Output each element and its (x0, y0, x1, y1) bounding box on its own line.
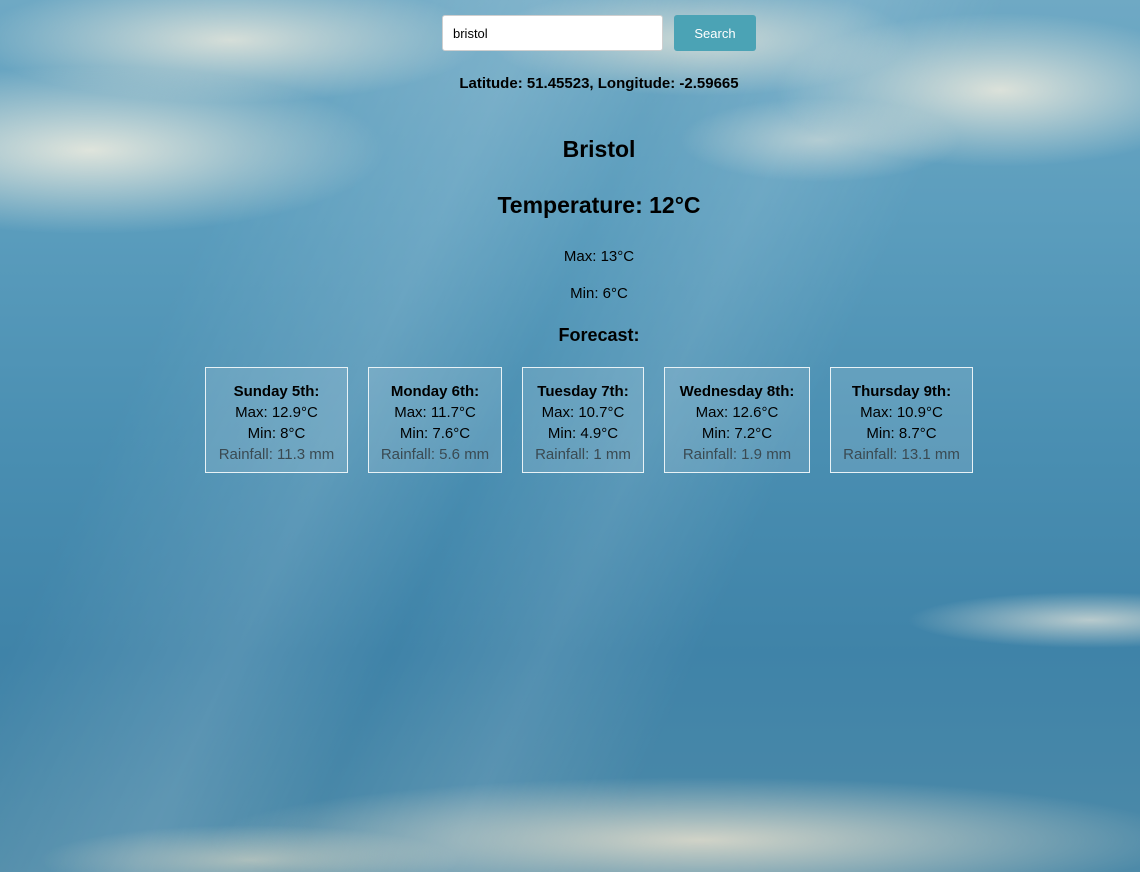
forecast-max: Max: 10.9°C (860, 404, 943, 421)
forecast-min: Min: 8°C (247, 425, 306, 442)
forecast-max: Max: 11.7°C (394, 404, 476, 421)
forecast-day: Sunday 5th: (233, 383, 320, 400)
current-temperature: Temperature: 12°C (497, 192, 701, 218)
forecast-max: Max: 12.6°C (695, 404, 779, 421)
current-max-temp: Max: 13°C (563, 248, 635, 265)
current-min-temp: Min: 6°C (570, 285, 628, 302)
forecast-min: Min: 7.6°C (399, 425, 471, 442)
forecast-day: Thursday 9th: (851, 383, 952, 400)
forecast-rainfall: Rainfall: 1.9 mm (682, 446, 792, 463)
forecast-card: Sunday 5th: Max: 12.9°C Min: 8°C Rainfal… (205, 367, 348, 473)
forecast-card: Monday 6th: Max: 11.7°C Min: 7.6°C Rainf… (368, 367, 502, 473)
forecast-heading: Forecast: (558, 325, 640, 345)
coordinates-text: Latitude: 51.45523, Longitude: -2.59665 (459, 75, 739, 92)
forecast-max: Max: 12.9°C (235, 404, 318, 421)
forecast-min: Min: 7.2°C (701, 425, 773, 442)
forecast-card: Thursday 9th: Max: 10.9°C Min: 8.7°C Rai… (830, 367, 973, 473)
search-bar: Search (442, 15, 756, 51)
forecast-card: Wednesday 8th: Max: 12.6°C Min: 7.2°C Ra… (664, 367, 810, 473)
forecast-rainfall: Rainfall: 5.6 mm (380, 446, 490, 463)
forecast-min: Min: 8.7°C (866, 425, 937, 442)
forecast-max: Max: 10.7°C (541, 404, 625, 421)
forecast-rainfall: Rainfall: 1 mm (535, 446, 631, 463)
city-search-input[interactable] (442, 15, 663, 51)
forecast-card: Tuesday 7th: Max: 10.7°C Min: 4.9°C Rain… (522, 367, 644, 473)
forecast-day: Tuesday 7th: (537, 383, 629, 400)
forecast-rainfall: Rainfall: 13.1 mm (843, 446, 960, 463)
city-name: Bristol (562, 136, 636, 162)
forecast-min: Min: 4.9°C (547, 425, 619, 442)
search-button[interactable]: Search (674, 15, 756, 51)
forecast-day: Wednesday 8th: (679, 383, 795, 400)
forecast-list: Sunday 5th: Max: 12.9°C Min: 8°C Rainfal… (205, 367, 973, 473)
forecast-day: Monday 6th: (390, 383, 480, 400)
forecast-rainfall: Rainfall: 11.3 mm (218, 446, 335, 463)
